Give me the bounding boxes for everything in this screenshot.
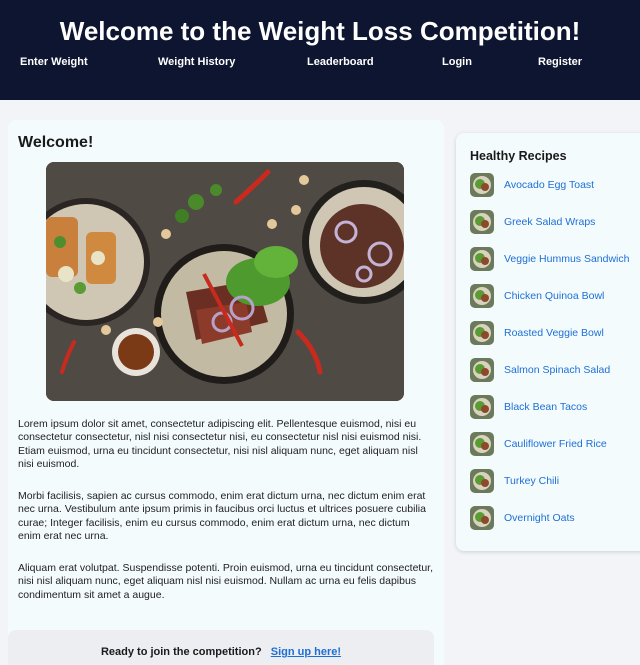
recipe-thumbnail-icon	[470, 358, 494, 382]
site-header: Welcome to the Weight Loss Competition! …	[0, 0, 640, 100]
recipes-heading: Healthy Recipes	[470, 149, 567, 163]
site-title: Welcome to the Weight Loss Competition!	[59, 16, 581, 46]
recipes-sidebar: Healthy Recipes Avocado Egg Toast Greek S…	[456, 133, 640, 551]
nav-leaderboard[interactable]: Leaderboard	[307, 56, 374, 68]
recipe-link[interactable]: Cauliflower Fried Rice	[504, 438, 607, 450]
recipe-item[interactable]: Salmon Spinach Salad	[470, 356, 640, 384]
recipe-item[interactable]: Cauliflower Fried Rice	[470, 430, 640, 458]
recipe-link[interactable]: Salmon Spinach Salad	[504, 364, 610, 376]
recipe-link[interactable]: Turkey Chili	[504, 475, 559, 487]
intro-paragraph-2: Morbi facilisis, sapien ac cursus commod…	[18, 490, 426, 542]
recipe-link[interactable]: Greek Salad Wraps	[504, 216, 595, 228]
recipe-item[interactable]: Chicken Quinoa Bowl	[470, 282, 640, 310]
recipe-item[interactable]: Greek Salad Wraps	[470, 208, 640, 236]
recipe-thumbnail-icon	[470, 469, 494, 493]
welcome-heading: Welcome!	[18, 134, 94, 151]
recipe-link[interactable]: Roasted Veggie Bowl	[504, 327, 604, 339]
main-nav: Enter Weight Weight History Leaderboard …	[0, 56, 640, 72]
recipe-thumbnail-icon	[470, 173, 494, 197]
recipe-link[interactable]: Black Bean Tacos	[504, 401, 587, 413]
signup-callout: Ready to join the competition? Sign up h…	[8, 630, 434, 665]
recipe-item[interactable]: Black Bean Tacos	[470, 393, 640, 421]
nav-weight-history[interactable]: Weight History	[158, 56, 235, 68]
recipe-link[interactable]: Chicken Quinoa Bowl	[504, 290, 604, 302]
signup-prompt: Ready to join the competition?	[100, 646, 262, 658]
recipe-item[interactable]: Avocado Egg Toast	[470, 171, 640, 199]
signup-link[interactable]: Sign up here!	[271, 646, 341, 658]
recipe-thumbnail-icon	[470, 506, 494, 530]
recipe-item[interactable]: Overnight Oats	[470, 504, 640, 532]
intro-paragraph-3: Aliquam erat volutpat. Suspendisse poten…	[18, 562, 433, 601]
nav-register[interactable]: Register	[538, 56, 582, 68]
recipe-item[interactable]: Turkey Chili	[470, 467, 640, 495]
welcome-section: Welcome! Lorem ipsum dolor sit amet, con…	[8, 120, 444, 665]
recipe-thumbnail-icon	[470, 395, 494, 419]
recipe-item[interactable]: Roasted Veggie Bowl	[470, 319, 640, 347]
intro-paragraph-1: Lorem ipsum dolor sit amet, consectetur …	[18, 418, 422, 470]
nav-enter-weight[interactable]: Enter Weight	[20, 56, 88, 68]
recipe-thumbnail-icon	[470, 210, 494, 234]
recipe-link[interactable]: Overnight Oats	[504, 512, 575, 524]
recipe-item[interactable]: Veggie Hummus Sandwich	[470, 245, 640, 273]
nav-login[interactable]: Login	[442, 56, 472, 68]
recipe-link[interactable]: Avocado Egg Toast	[504, 179, 594, 191]
recipe-thumbnail-icon	[470, 321, 494, 345]
recipe-link[interactable]: Veggie Hummus Sandwich	[504, 253, 629, 265]
recipe-thumbnail-icon	[470, 247, 494, 271]
recipe-thumbnail-icon	[470, 432, 494, 456]
recipe-thumbnail-icon	[470, 284, 494, 308]
hero-image	[46, 162, 404, 401]
